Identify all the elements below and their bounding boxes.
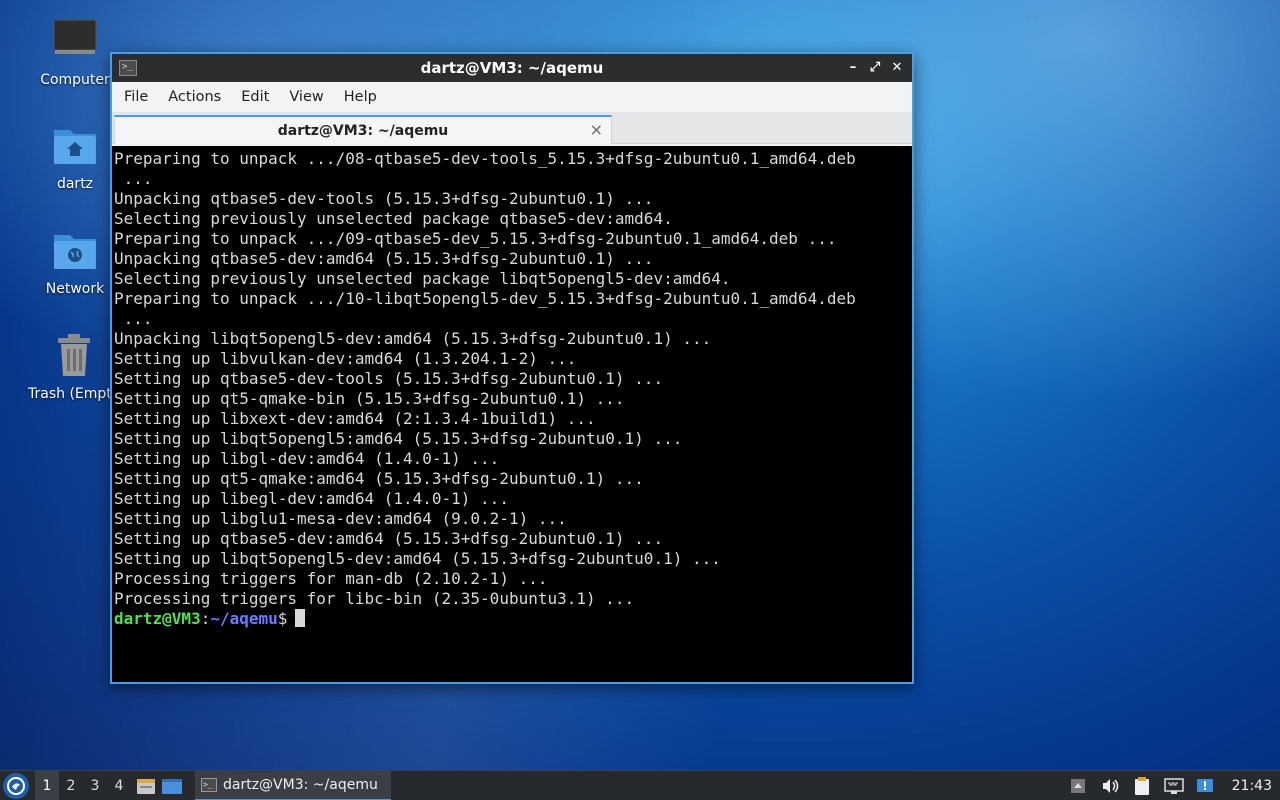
terminal-output[interactable]: Preparing to unpack .../08-qtbase5-dev-t…	[112, 146, 912, 682]
terminal-line: Setting up libqt5opengl5-dev:amd64 (5.15…	[114, 549, 721, 568]
prompt-path: ~/aqemu	[210, 609, 278, 628]
taskbar: 1 2 3 4 >_ dartz@VM3: ~/aqemu 21:43	[0, 770, 1280, 800]
tab-bar: dartz@VM3: ~/aqemu ×	[112, 112, 912, 144]
terminal-line: Setting up qt5-qmake-bin (5.15.3+dfsg-2u…	[114, 389, 625, 408]
task-label: dartz@VM3: ~/aqemu	[223, 776, 378, 793]
update-notifier-icon[interactable]	[1195, 776, 1217, 796]
menu-actions[interactable]: Actions	[158, 89, 231, 105]
lxqt-logo-icon	[7, 776, 25, 795]
maximize-button[interactable]: ⤢	[866, 59, 884, 77]
desktop-icon-label: dartz	[56, 176, 94, 192]
clipboard-icon[interactable]	[1131, 776, 1153, 796]
terminal-window: >_ dartz@VM3: ~/aqemu – ⤢ ✕ File Actions…	[110, 52, 914, 684]
terminal-line: Unpacking qtbase5-dev-tools (5.15.3+dfsg…	[114, 189, 654, 208]
terminal-line: Unpacking libqt5opengl5-dev:amd64 (5.15.…	[114, 329, 712, 348]
terminal-line: Setting up libvulkan-dev:amd64 (1.3.204.…	[114, 349, 577, 368]
title-bar[interactable]: >_ dartz@VM3: ~/aqemu – ⤢ ✕	[112, 54, 912, 82]
file-manager-icon[interactable]	[135, 776, 157, 796]
terminal-task-icon: >_	[201, 777, 217, 792]
menu-help[interactable]: Help	[334, 89, 387, 105]
prompt-user: dartz@VM3	[114, 609, 201, 628]
desktop-icon-label: Computer	[40, 72, 110, 88]
menu-bar: File Actions Edit View Help	[112, 82, 912, 112]
terminal-line: Processing triggers for libc-bin (2.35-0…	[114, 589, 635, 608]
terminal-line: Selecting previously unselected package …	[114, 269, 731, 288]
terminal-line: ...	[114, 309, 153, 328]
terminal-line: Processing triggers for man-db (2.10.2-1…	[114, 569, 548, 588]
workspace-2[interactable]: 2	[59, 771, 83, 800]
workspace-4[interactable]: 4	[107, 771, 131, 800]
tray-up-icon[interactable]	[1067, 776, 1089, 796]
workspace-1[interactable]: 1	[35, 770, 59, 800]
terminal-line: Setting up qt5-qmake:amd64 (5.15.3+dfsg-…	[114, 469, 644, 488]
text-cursor	[295, 609, 306, 627]
terminal-line: Setting up libglu1-mesa-dev:amd64 (9.0.2…	[114, 509, 567, 528]
trash-icon	[58, 334, 90, 376]
terminal-line: Preparing to unpack .../09-qtbase5-dev_5…	[114, 229, 837, 248]
prompt-separator: :	[200, 609, 211, 628]
desktop-icon-label: Network	[45, 281, 105, 297]
terminal-line: Setting up libxext-dev:amd64 (2:1.3.4-1b…	[114, 409, 596, 428]
terminal-line: Selecting previously unselected package …	[114, 209, 673, 228]
tab-title: dartz@VM3: ~/aqemu	[277, 122, 449, 139]
network-folder-icon	[54, 235, 96, 269]
clock[interactable]: 21:43	[1232, 778, 1272, 794]
terminal-line: Preparing to unpack .../08-qtbase5-dev-t…	[114, 149, 856, 168]
menu-view[interactable]: View	[279, 89, 333, 105]
terminal-app-icon[interactable]: >_	[119, 60, 137, 76]
minimize-button[interactable]: –	[844, 59, 862, 77]
terminal-line: Setting up libegl-dev:amd64 (1.4.0-1) ..…	[114, 489, 509, 508]
tab-close-icon[interactable]: ×	[590, 120, 603, 139]
close-button[interactable]: ✕	[888, 59, 906, 77]
desktop-icon-label: Trash (Empt	[28, 386, 112, 402]
taskbar-task-terminal[interactable]: >_ dartz@VM3: ~/aqemu	[195, 770, 391, 800]
workspace-3[interactable]: 3	[83, 771, 107, 800]
network-icon[interactable]	[1163, 776, 1185, 796]
volume-icon[interactable]	[1099, 776, 1121, 796]
start-menu-button[interactable]	[3, 772, 29, 799]
terminal-tab[interactable]: dartz@VM3: ~/aqemu ×	[114, 115, 612, 144]
system-tray: 21:43	[1062, 771, 1280, 800]
terminal-line: Setting up qtbase5-dev-tools (5.15.3+dfs…	[114, 369, 664, 388]
terminal-line: Preparing to unpack .../10-libqt5opengl5…	[114, 289, 856, 308]
show-desktop-icon[interactable]	[161, 776, 183, 796]
desktop-icon-trash[interactable]: Trash (Empt	[22, 332, 118, 402]
terminal-prompt: dartz@VM3:~/aqemu$	[114, 609, 910, 629]
home-folder-icon	[54, 130, 96, 164]
terminal-line: ...	[114, 169, 153, 188]
menu-edit[interactable]: Edit	[231, 89, 279, 105]
menu-file[interactable]: File	[114, 89, 158, 105]
terminal-line: Setting up qtbase5-dev:amd64 (5.15.3+dfs…	[114, 529, 664, 548]
computer-icon	[53, 19, 97, 54]
terminal-line: Setting up libgl-dev:amd64 (1.4.0-1) ...	[114, 449, 500, 468]
terminal-line: Unpacking qtbase5-dev:amd64 (5.15.3+dfsg…	[114, 249, 654, 268]
prompt-symbol: $	[277, 609, 288, 628]
window-title: dartz@VM3: ~/aqemu	[420, 59, 604, 77]
terminal-line: Setting up libqt5opengl5:amd64 (5.15.3+d…	[114, 429, 683, 448]
